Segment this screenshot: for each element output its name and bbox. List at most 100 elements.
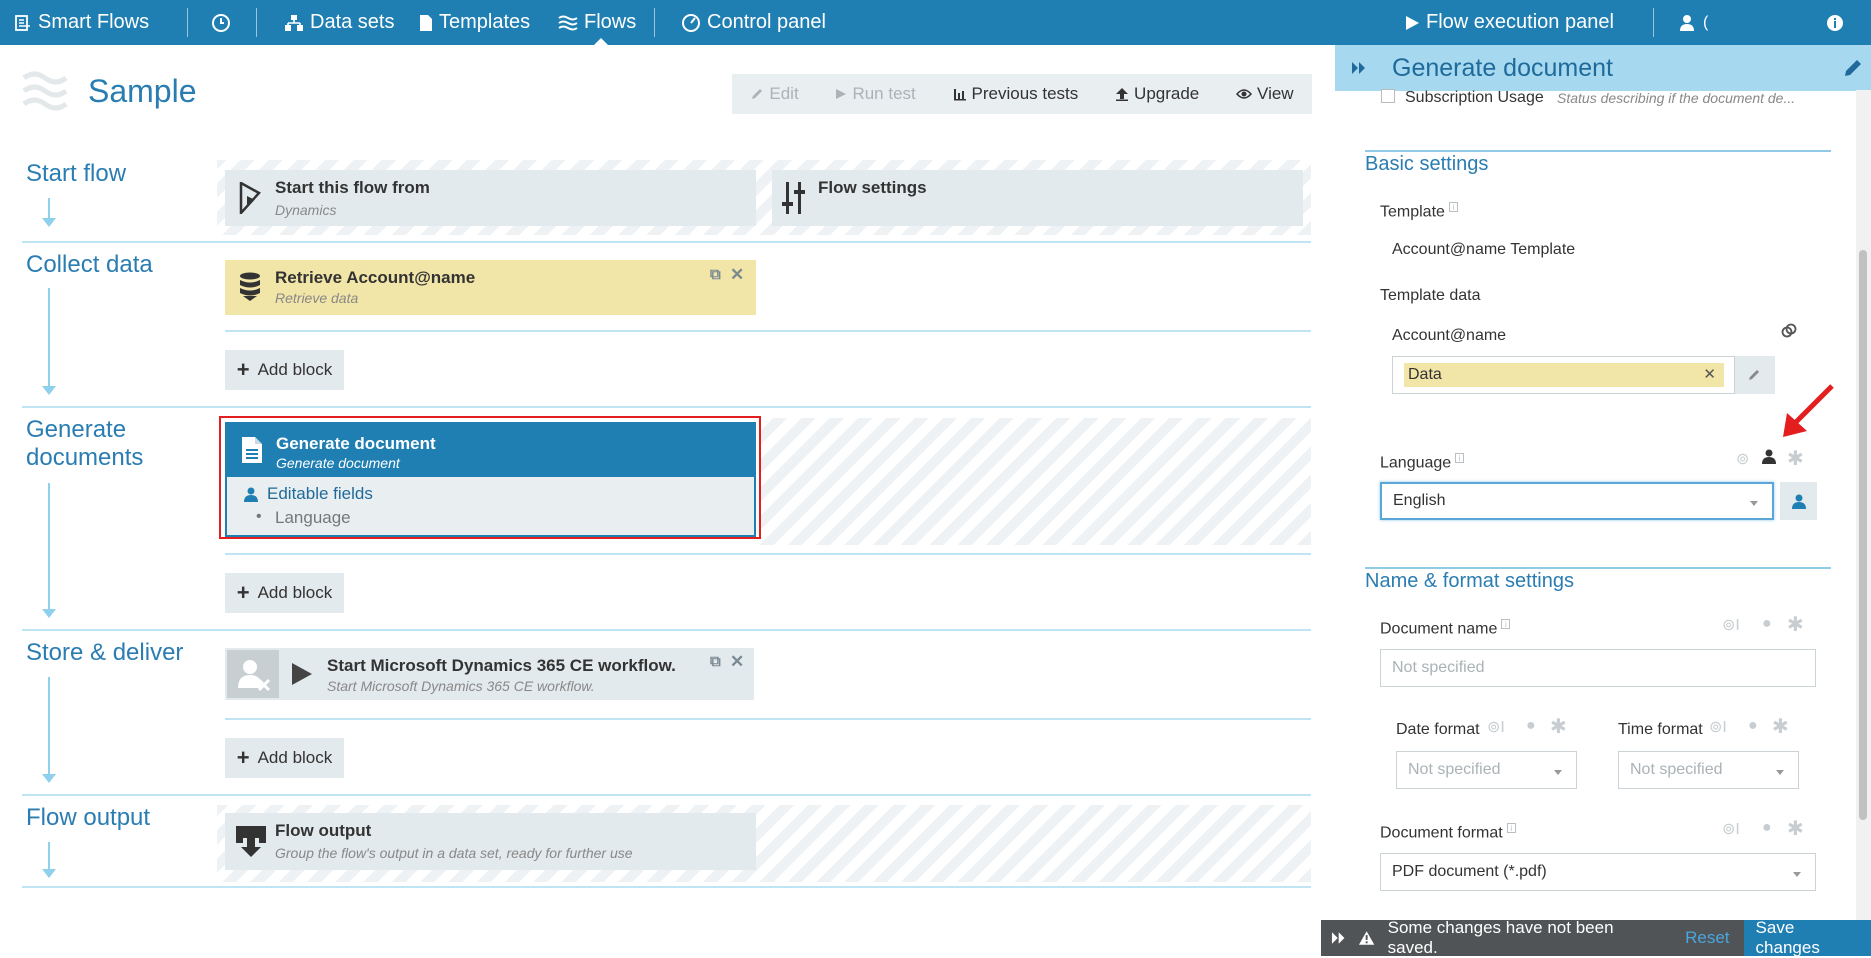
edit-button[interactable]: Edit	[750, 84, 799, 104]
dynamics-workflow-block[interactable]: Start Microsoft Dynamics 365 CE workflow…	[225, 648, 754, 700]
flow-action-bar: Edit Run test Previous tests Upgrade Vie…	[732, 74, 1312, 114]
asterisk-icon[interactable]: ✱	[1787, 446, 1804, 471]
section-connector	[48, 677, 50, 774]
history-button[interactable]	[211, 0, 237, 45]
time-format-select[interactable]: Not specified	[1618, 751, 1799, 789]
unsaved-message: Some changes have not been saved.	[1387, 918, 1614, 957]
link-text-icon[interactable]: ⊚I	[1722, 819, 1740, 839]
document-name-input[interactable]: Not specified	[1380, 649, 1816, 687]
user-editable-toggle[interactable]	[1780, 482, 1817, 520]
user-icon[interactable]: ●	[1762, 615, 1772, 633]
name-format-heading: Name & format settings	[1365, 570, 1574, 592]
section-arrow	[42, 609, 56, 618]
language-select[interactable]: English	[1380, 482, 1774, 520]
link-icon[interactable]: ⊚	[1736, 449, 1749, 469]
user-menu[interactable]: (	[1679, 0, 1708, 45]
data-mapping-field[interactable]: Data ✕	[1392, 356, 1735, 394]
asterisk-icon[interactable]: ✱	[1772, 714, 1789, 739]
add-block-button-store[interactable]: + Add block	[225, 738, 344, 778]
flow-execution-panel-button[interactable]: Flow execution panel	[1404, 0, 1614, 45]
user-icon[interactable]: ●	[1526, 717, 1536, 735]
copy-icon[interactable]: ⧉	[710, 266, 721, 283]
section-divider	[22, 406, 1311, 408]
panel-scroll-thumb[interactable]	[1859, 250, 1867, 820]
asterisk-icon[interactable]: ✱	[1787, 816, 1804, 841]
double-chevron-right-icon[interactable]	[1351, 61, 1367, 75]
section-arrow	[42, 386, 56, 395]
nav-divider	[187, 8, 188, 37]
close-icon[interactable]: ✕	[730, 652, 744, 672]
block-subtitle: Group the flow's output in a data set, r…	[275, 845, 633, 861]
pencil-icon[interactable]	[1843, 58, 1863, 78]
section-connector	[48, 483, 50, 609]
asterisk-icon[interactable]: ✱	[1787, 612, 1804, 637]
nav-control-panel[interactable]: Control panel	[681, 0, 826, 45]
sub-divider	[225, 718, 1311, 720]
section-divider	[1365, 150, 1831, 152]
link-text-icon[interactable]: ⊚I	[1487, 717, 1505, 737]
reset-link[interactable]: Reset	[1685, 928, 1729, 948]
template-value: Account@name Template	[1392, 241, 1576, 258]
nav-control-panel-label: Control panel	[707, 11, 826, 33]
link-text-icon[interactable]: ⊚I	[1709, 717, 1727, 737]
subscription-checkbox[interactable]	[1381, 89, 1395, 103]
document-format-select[interactable]: PDF document (*.pdf)	[1380, 853, 1816, 891]
remove-tag-icon[interactable]: ✕	[1703, 365, 1716, 383]
add-block-button-collect[interactable]: + Add block	[225, 350, 344, 390]
flow-waves-icon	[22, 71, 68, 111]
user-icon[interactable]: ●	[1748, 717, 1758, 735]
file-icon	[420, 14, 432, 31]
double-chevron-right-icon[interactable]	[1331, 931, 1346, 945]
section-title-collect-data: Collect data	[26, 251, 153, 278]
smart-flows-logo-icon	[15, 14, 30, 31]
copy-icon[interactable]: ⧉	[710, 653, 721, 670]
user-icon[interactable]: ●	[1762, 819, 1772, 837]
section-connector	[48, 198, 50, 218]
user-icon	[1792, 494, 1806, 509]
info-icon: i	[1455, 453, 1465, 463]
previous-tests-button[interactable]: Previous tests	[953, 84, 1078, 104]
view-button[interactable]: View	[1236, 84, 1294, 104]
upload-arrow-icon	[1116, 88, 1129, 101]
section-divider	[22, 629, 1311, 631]
document-icon	[242, 437, 262, 463]
edit-mapping-button[interactable]	[1735, 356, 1775, 394]
editable-fields-link[interactable]: Editable fields	[267, 484, 373, 504]
upgrade-button[interactable]: Upgrade	[1115, 84, 1199, 104]
section-title-flow-output: Flow output	[26, 804, 151, 831]
generate-document-block[interactable]: Generate document Generate document Edit…	[225, 422, 756, 537]
block-title: Start Microsoft Dynamics 365 CE workflow…	[327, 656, 676, 675]
run-test-button[interactable]: Run test	[835, 84, 916, 104]
info-button[interactable]	[1826, 0, 1850, 45]
save-changes-button[interactable]: Save changes	[1743, 918, 1871, 957]
add-block-label: Add block	[257, 748, 333, 767]
start-flow-from-block[interactable]: Start this flow from Dynamics	[225, 170, 756, 226]
date-format-value: Not specified	[1408, 761, 1501, 778]
link-icon[interactable]	[1781, 323, 1797, 339]
block-title: Start this flow from	[275, 178, 430, 197]
nav-data-sets[interactable]: Data sets	[284, 0, 394, 45]
section-divider	[22, 886, 1311, 888]
document-format-value: PDF document (*.pdf)	[1392, 863, 1547, 880]
nav-templates[interactable]: Templates	[419, 0, 530, 45]
add-block-button-generate[interactable]: + Add block	[225, 573, 344, 613]
top-navigation-bar: Smart Flows Data sets Templates Flows Co…	[0, 0, 1871, 45]
time-format-value: Not specified	[1630, 761, 1723, 778]
date-format-select[interactable]: Not specified	[1396, 751, 1577, 789]
link-text-icon[interactable]: ⊚I	[1722, 615, 1740, 635]
brand-link[interactable]: Smart Flows	[14, 0, 149, 45]
nav-data-sets-label: Data sets	[310, 11, 395, 33]
download-tray-icon	[236, 826, 266, 857]
info-icon: i	[1501, 619, 1511, 629]
nav-flows-label: Flows	[584, 11, 637, 33]
hatched-drop-zone	[760, 418, 1311, 545]
plus-icon: +	[236, 357, 250, 382]
asterisk-icon[interactable]: ✱	[1550, 714, 1567, 739]
editable-user-icon[interactable]	[1762, 449, 1776, 464]
retrieve-data-block[interactable]: Retrieve Account@name Retrieve data ⧉ ✕	[225, 260, 756, 315]
close-icon[interactable]: ✕	[730, 265, 744, 285]
flow-settings-block[interactable]: Flow settings	[772, 170, 1303, 226]
flow-output-block[interactable]: Flow output Group the flow's output in a…	[225, 813, 756, 870]
view-label: View	[1257, 84, 1294, 103]
caret-down-icon	[1776, 770, 1784, 775]
